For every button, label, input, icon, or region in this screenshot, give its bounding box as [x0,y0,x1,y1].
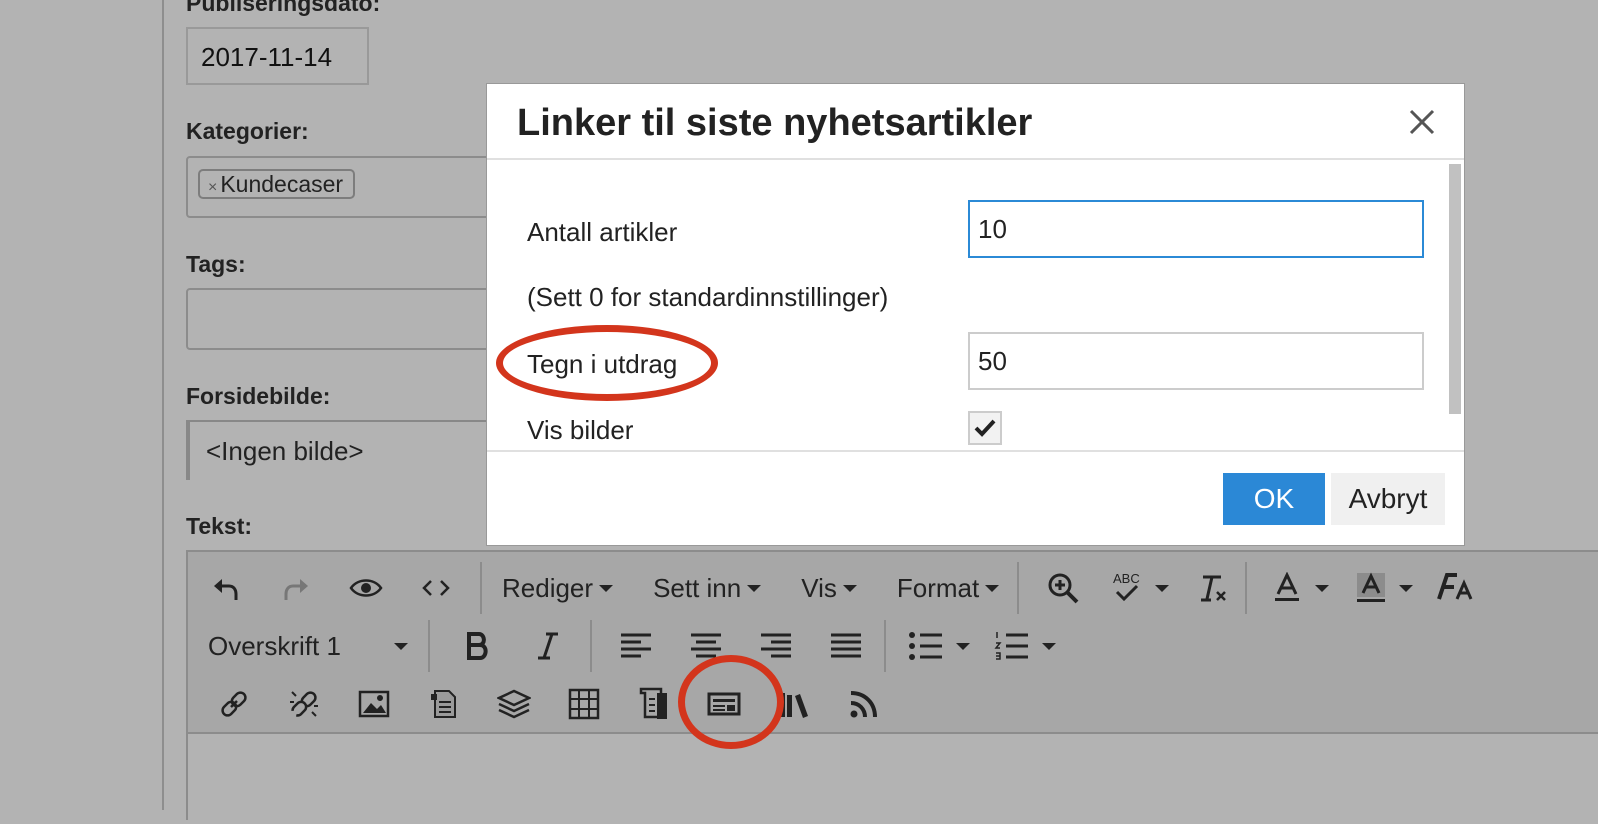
align-right-icon[interactable] [752,622,800,670]
toolbar-separator [1245,562,1248,614]
dialog-footer-divider [487,450,1464,452]
chevron-down-icon [842,584,857,592]
rich-text-editor: Rediger Sett inn Vis Format ABC Overskri… [186,550,1598,824]
spellcheck-icon[interactable]: ABC [1107,564,1147,612]
library-books-icon[interactable] [770,680,818,728]
chevron-down-icon [985,584,1000,592]
publish-date-field[interactable]: 2017-11-14 [186,27,369,85]
toolbar-separator [884,620,886,672]
source-code-icon[interactable] [412,564,460,612]
menu-sett-inn-label: Sett inn [653,572,742,603]
tags-field[interactable] [186,288,506,350]
link-icon[interactable] [210,680,258,728]
spellcheck-icon-text: ABC [1113,571,1140,586]
toolbar-row-2: Overskrift 1 [208,620,1056,672]
toolbar-row-1: Rediger Sett inn Vis Format ABC [202,562,1479,614]
category-chip: × Kundecaser [198,169,356,199]
layers-icon[interactable] [490,680,538,728]
cancel-button[interactable]: Avbryt [1331,473,1445,525]
block-format-select[interactable]: Overskrift 1 [208,631,408,662]
document-icon[interactable] [420,680,468,728]
article-count-hint: (Sett 0 for standardinnstillinger) [527,282,889,312]
dialog-close-button[interactable] [1402,102,1442,142]
zoom-in-icon[interactable] [1039,564,1087,612]
dialog-title: Linker til siste nyhetsartikler [517,102,1033,144]
chevron-down-icon [394,642,408,650]
bold-icon[interactable] [454,622,502,670]
toolbar-row-3 [198,678,888,730]
toolbar-separator [590,620,592,672]
text-color-icon[interactable] [1263,564,1311,612]
categories-label: Kategorier: [186,118,309,144]
chevron-down-icon[interactable] [1155,584,1170,592]
image-icon[interactable] [350,680,398,728]
clear-formatting-icon[interactable] [1189,564,1237,612]
frontpage-image-label: Forsidebilde: [186,383,331,409]
categories-field[interactable]: × Kundecaser [186,156,506,218]
chevron-down-icon[interactable] [1042,642,1056,650]
category-chip-label: Kundecaser [220,171,344,197]
undo-icon[interactable] [202,564,250,612]
bullet-list-icon[interactable] [902,622,950,670]
redo-icon[interactable] [272,564,320,612]
block-format-label: Overskrift 1 [208,630,341,661]
close-icon [1409,109,1435,135]
tags-label: Tags: [186,251,246,277]
show-images-label: Vis bilder [527,415,634,445]
frontpage-image-select[interactable]: <Ingen bilde> [186,420,506,480]
preview-eye-icon[interactable] [342,564,390,612]
font-family-icon[interactable] [1431,564,1479,612]
show-images-checkbox[interactable] [968,411,1002,445]
menu-vis[interactable]: Vis [801,573,857,604]
article-list-icon[interactable] [630,680,678,728]
news-links-icon[interactable] [700,680,748,728]
background-color-icon[interactable] [1347,564,1395,612]
excerpt-chars-label: Tegn i utdrag [527,349,678,379]
menu-vis-label: Vis [801,572,837,603]
unlink-icon[interactable] [280,680,328,728]
sidebar-divider [162,0,164,810]
menu-rediger-label: Rediger [502,572,594,603]
align-justify-icon[interactable] [822,622,870,670]
dialog-scrollbar[interactable] [1449,164,1461,414]
text-label: Tekst: [186,513,253,539]
menu-rediger[interactable]: Rediger [502,572,614,604]
dialog-header-divider [487,158,1464,160]
menu-format[interactable]: Format [896,572,1000,604]
ok-button[interactable]: OK [1223,473,1325,525]
chevron-down-icon [599,584,614,592]
editor-content-area[interactable] [188,732,1598,824]
chevron-down-icon[interactable] [1315,584,1330,592]
align-center-icon[interactable] [682,622,730,670]
excerpt-chars-input[interactable] [968,332,1424,390]
article-count-label: Antall artikler [527,217,678,247]
publish-date-label: Publiseringsdato: [186,0,381,16]
chevron-down-icon[interactable] [956,642,970,650]
chevron-down-icon[interactable] [1399,584,1414,592]
rss-feed-icon[interactable] [840,680,888,728]
menu-sett-inn[interactable]: Sett inn [653,572,762,604]
align-left-icon[interactable] [612,622,660,670]
numbered-list-icon[interactable] [988,622,1036,670]
checkmark-icon [974,419,996,437]
news-links-dialog: Linker til siste nyhetsartikler Antall a… [486,83,1465,546]
toolbar-separator [1017,562,1020,614]
toolbar-separator [428,620,430,672]
article-count-input[interactable] [968,200,1424,258]
table-grid-icon[interactable] [560,680,608,728]
chevron-down-icon [747,584,762,592]
menu-format-label: Format [896,572,980,603]
toolbar-separator [480,562,482,614]
italic-icon[interactable] [524,622,572,670]
chip-remove-icon[interactable]: × [208,179,217,196]
